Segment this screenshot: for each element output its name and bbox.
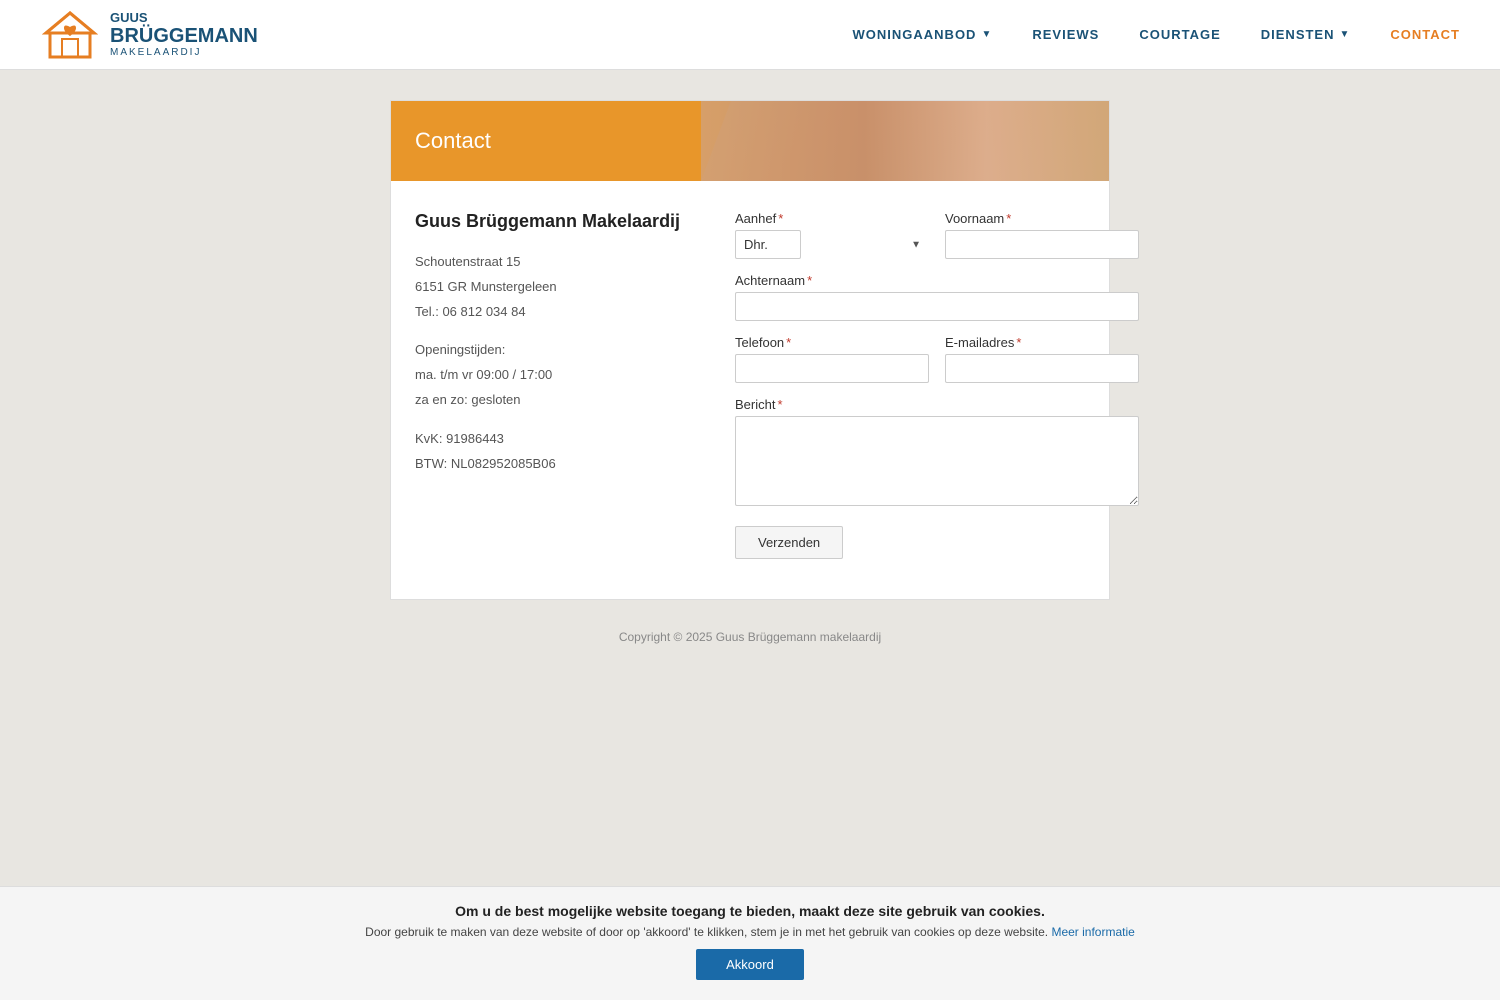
achternaam-input[interactable] [735,292,1139,321]
logo-makelaardij: Makelaardij [110,47,258,58]
submit-row: Verzenden [735,520,1139,559]
form-group-bericht: Bericht* [735,397,1139,506]
bericht-textarea[interactable] [735,416,1139,506]
telefoon-input[interactable] [735,354,929,383]
achternaam-label: Achternaam* [735,273,1139,288]
form-group-telefoon: Telefoon* [735,335,929,383]
hero-banner: Contact [391,101,1109,181]
aanhef-select[interactable]: Dhr. Mevr. [735,230,801,259]
bericht-label: Bericht* [735,397,1139,412]
voornaam-input[interactable] [945,230,1139,259]
logo-guus: GUUS [110,11,258,25]
kvk: KvK: 91986443 [415,429,695,450]
page-background: Contact Guus Brüggemann Makelaardij Scho… [0,70,1500,1000]
nav-links: WONINGAANBOD ▼ REVIEWS COURTAGE DIENSTEN… [853,27,1460,42]
aanhef-select-wrapper: Dhr. Mevr. [735,230,929,259]
submit-button[interactable]: Verzenden [735,526,843,559]
contact-info-block: Guus Brüggemann Makelaardij Schoutenstra… [415,211,695,559]
form-group-aanhef: Aanhef* Dhr. Mevr. [735,211,929,259]
aanhef-label: Aanhef* [735,211,929,226]
cookie-text: Door gebruik te maken van deze website o… [40,925,1460,939]
form-row-2: Achternaam* [735,273,1139,321]
form-group-achternaam: Achternaam* [735,273,1139,321]
hours-block: Openingstijden: ma. t/m vr 09:00 / 17:00… [415,340,695,410]
woningaanbod-arrow-icon: ▼ [981,29,992,40]
form-group-voornaam: Voornaam* [945,211,1139,259]
btw: BTW: NL082952085B06 [415,454,695,475]
form-row-1: Aanhef* Dhr. Mevr. Voornaam* [735,211,1139,259]
page-title: Contact [415,128,491,154]
cookie-button-row: Akkoord [40,939,1460,980]
logo-icon [40,5,100,65]
footer: Copyright © 2025 Guus Brüggemann makelaa… [0,600,1500,674]
cookie-more-info-link[interactable]: Meer informatie [1051,925,1134,939]
cookie-accept-button[interactable]: Akkoord [696,949,804,980]
logo-text: GUUS BRÜGGEMANN Makelaardij [110,11,258,58]
nav-contact[interactable]: CONTACT [1390,27,1460,42]
logo-link[interactable]: GUUS BRÜGGEMANN Makelaardij [40,5,258,65]
city: 6151 GR Munstergeleen [415,277,695,298]
phone: Tel.: 06 812 034 84 [415,302,695,323]
logo-bruggemann: BRÜGGEMANN [110,25,258,47]
form-row-4: Bericht* [735,397,1139,506]
diensten-arrow-icon: ▼ [1340,29,1351,40]
contact-form: Aanhef* Dhr. Mevr. Voornaam* [735,211,1139,559]
hours-weekend: za en zo: gesloten [415,390,695,411]
street: Schoutenstraat 15 [415,252,695,273]
copyright: Copyright © 2025 Guus Brüggemann makelaa… [40,630,1460,644]
address-block: Schoutenstraat 15 6151 GR Munstergeleen … [415,252,695,322]
navbar: GUUS BRÜGGEMANN Makelaardij WONINGAANBOD… [0,0,1500,70]
nav-reviews[interactable]: REVIEWS [1032,27,1099,42]
nav-courtage[interactable]: COURTAGE [1139,27,1220,42]
voornaam-label: Voornaam* [945,211,1139,226]
hours-label: Openingstijden: [415,340,695,361]
hero-orange-block: Contact [391,101,701,181]
cookie-title: Om u de best mogelijke website toegang t… [40,903,1460,919]
nav-diensten[interactable]: DIENSTEN ▼ [1261,27,1351,42]
legal-block: KvK: 91986443 BTW: NL082952085B06 [415,429,695,475]
form-row-3: Telefoon* E-mailadres* [735,335,1139,383]
hero-photo [701,101,1109,181]
nav-woningaanbod[interactable]: WONINGAANBOD ▼ [853,27,993,42]
email-input[interactable] [945,354,1139,383]
telefoon-label: Telefoon* [735,335,929,350]
form-section: Guus Brüggemann Makelaardij Schoutenstra… [391,181,1109,599]
form-group-email: E-mailadres* [945,335,1139,383]
hours-weekday: ma. t/m vr 09:00 / 17:00 [415,365,695,386]
company-name: Guus Brüggemann Makelaardij [415,211,695,232]
hero-photo-inner [701,101,1109,181]
email-label: E-mailadres* [945,335,1139,350]
cookie-banner: Om u de best mogelijke website toegang t… [0,886,1500,1000]
main-card: Contact Guus Brüggemann Makelaardij Scho… [390,100,1110,600]
